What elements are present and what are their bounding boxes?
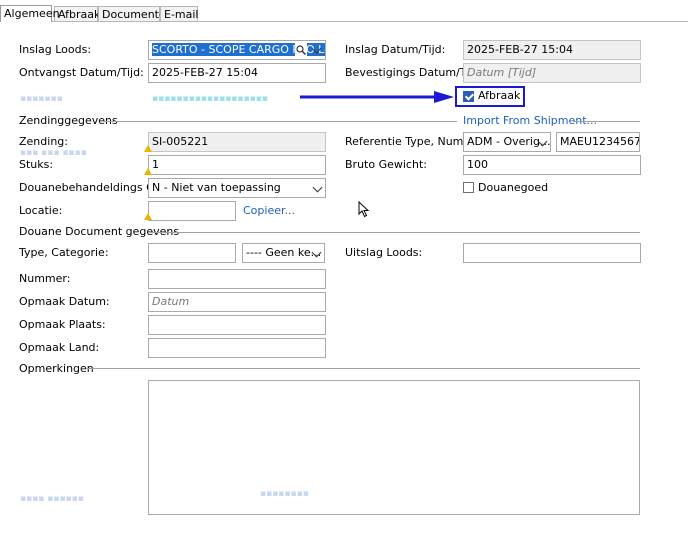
opmerkingen-section-title: Opmerkingen [19,362,94,375]
type-categorie-label: Type, Categorie: [19,246,109,259]
inslag-datum-label: Inslag Datum/Tijd: [345,43,446,56]
ghost-text: ▪▪▪▪▪▪▪▪ [260,489,309,499]
douane-divider [150,232,640,233]
inslag-datum-field[interactable]: 2025-FEB-27 15:04 [463,40,641,60]
ontvangst-label: Ontvangst Datum/Tijd: [19,66,144,79]
categorie-value: ---- Geen ke... [246,246,322,259]
ghost-text: ▪▪▪▪▪▪▪▪▪▪▪▪▪▪▪▪▪▪▪ [152,94,268,104]
nummer-label: Nummer: [19,272,71,285]
bevestigings-placeholder: Datum [Tijd] [467,66,537,79]
afbraak-checkbox[interactable] [463,91,474,102]
tab-afbraak[interactable]: Afbraak [54,6,100,21]
opmaak-datum-label: Opmaak Datum: [19,295,110,308]
copieer-link[interactable]: Copieer... [243,204,295,218]
referentie-nummer-field[interactable]: MAEU12345678 [556,132,640,152]
referentie-type-dropdown[interactable]: ADM - Overig... [463,132,551,152]
tab-documenten[interactable]: Documenten [98,6,173,21]
douanegoed-label: Douanegoed [478,181,549,194]
uitslag-loods-field[interactable] [463,243,641,263]
mouse-cursor-icon [358,201,370,218]
tab-algemeen[interactable]: Algemeen [0,5,60,22]
inslag-loods-combobox[interactable]: SCORTO - SCOPE CARGO RTO Lo [148,40,326,60]
chevron-down-icon[interactable] [312,182,323,193]
zending-divider-right [573,121,640,122]
locatie-label: Locatie: [19,204,63,217]
zending-field[interactable]: SI-005221 [148,132,326,152]
tab-email[interactable]: E-mail [160,6,199,21]
douanegoed-checkbox[interactable] [463,182,474,193]
nummer-field[interactable] [148,269,326,289]
afbraak-label: Afbraak [478,89,521,102]
categorie-dropdown[interactable]: ---- Geen ke... [242,243,325,263]
douane-code-dropdown[interactable]: N - Niet van toepassing [148,178,326,198]
opmaak-plaats-field[interactable] [148,315,326,335]
ghost-text: ▪▪▪▪ ▪▪▪▪▪▪ [20,494,84,504]
annotation-arrow [300,91,454,103]
opmaak-plaats-label: Opmaak Plaats: [19,318,106,331]
opmaak-land-label: Opmaak Land: [19,341,100,354]
tab-divider [0,21,688,22]
bruto-gewicht-label: Bruto Gewicht: [345,158,427,171]
zending-label: Zending: [19,135,68,148]
stuks-label: Stuks: [19,158,54,171]
warning-icon [144,145,152,152]
search-icon[interactable] [295,41,307,59]
zending-divider [102,121,457,122]
uitslag-loods-label: Uitslag Loods: [345,246,423,259]
warning-icon [144,213,152,220]
ontvangst-field[interactable]: 2025-FEB-27 15:04 [148,63,326,83]
opmaak-land-field[interactable] [148,338,326,358]
document-type-field[interactable] [148,243,236,263]
inslag-loods-label: Inslag Loods: [19,43,92,56]
bruto-gewicht-field[interactable]: 100 [463,155,641,175]
opmaak-datum-field[interactable]: Datum [148,292,326,312]
stuks-field[interactable]: 1 [148,155,326,175]
ghost-text: ▪▪▪▪▪▪▪ [20,94,63,104]
locatie-field[interactable] [148,201,236,221]
opmaak-datum-placeholder: Datum [152,295,190,308]
warning-icon [144,168,152,175]
douane-code-value: N - Niet van toepassing [152,181,281,194]
opmerkingen-textarea[interactable] [148,380,640,515]
ghost-text: ▪▪▪ ▪▪▪ ▪▪▪▪ [20,148,87,158]
bevestigings-field[interactable]: Datum [Tijd] [463,63,641,83]
opmerkingen-divider [86,368,640,369]
